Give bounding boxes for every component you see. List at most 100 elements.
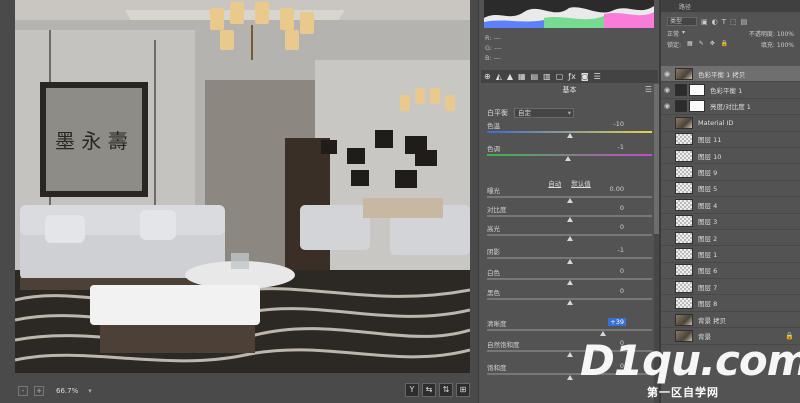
slider-value[interactable]: -1	[618, 143, 624, 151]
camera-calibration-tab-icon[interactable]: ◙	[581, 72, 589, 82]
layer-row[interactable]: 图层 7	[661, 279, 800, 296]
slider-thumb[interactable]	[566, 236, 573, 241]
zoom-level[interactable]: 66.7%	[56, 387, 78, 395]
layer-row[interactable]: 图层 3	[661, 214, 800, 230]
layer-row[interactable]: Material ID	[661, 115, 800, 132]
slider-thumb[interactable]	[566, 133, 573, 138]
grid-icon[interactable]: ⊞	[456, 383, 470, 397]
lock-position-icon[interactable]: ✥	[710, 40, 715, 49]
slider-thumb[interactable]	[564, 156, 571, 161]
layer-row[interactable]: 图层 5	[661, 181, 800, 198]
layer-thumbnail[interactable]	[675, 166, 693, 179]
slider-value[interactable]: 0	[620, 204, 624, 212]
effects-tab-icon[interactable]: ▢	[556, 72, 564, 82]
layer-row[interactable]: 图层 11	[661, 132, 800, 148]
layer-thumbnail[interactable]	[675, 149, 693, 162]
layer-name: 亮度/对比度 1	[710, 103, 751, 112]
lock-all-icon[interactable]: 🔒	[721, 40, 728, 49]
split-toning-tab-icon[interactable]: ▤	[531, 72, 539, 82]
slider-thumb[interactable]	[566, 198, 573, 203]
layer-name: 色彩平衡 1	[710, 87, 743, 96]
slider-thumb[interactable]	[566, 280, 573, 285]
slider-value[interactable]: 0	[620, 287, 624, 295]
presets-tab-icon[interactable]: ☰	[594, 72, 601, 82]
layer-row[interactable]: 图层 2	[661, 230, 800, 247]
layer-row[interactable]: 图层 6	[661, 263, 800, 280]
slider-track[interactable]	[487, 329, 652, 331]
lock-paint-icon[interactable]: ✎	[699, 40, 704, 49]
chevron-down-icon[interactable]: ▾	[88, 387, 92, 395]
slider-value[interactable]: 0	[620, 267, 624, 275]
swap-icon[interactable]: ⇆	[422, 383, 436, 397]
layer-row[interactable]: 图层 10	[661, 148, 800, 165]
layer-row[interactable]: 图层 9	[661, 164, 800, 181]
layer-row[interactable]: ◉ 色彩平衡 1	[661, 82, 800, 99]
panel-menu-icon[interactable]: ☰	[645, 85, 652, 94]
adjustment-filter-icon[interactable]: ◐	[712, 18, 718, 26]
fx-tab-icon[interactable]: ƒx	[568, 72, 576, 82]
layer-row[interactable]: ◉ 色彩平衡 1 拷贝	[661, 66, 800, 83]
fill-control[interactable]: 填充: 100%	[761, 40, 794, 49]
layer-thumbnail[interactable]	[675, 67, 693, 80]
slider-thumb[interactable]	[566, 375, 573, 380]
copy-settings-icon[interactable]: ⇅	[439, 383, 453, 397]
slider-thumb[interactable]	[566, 352, 573, 357]
detail-tab-icon[interactable]: ▲	[507, 72, 513, 82]
view-toggle-group: Y ⇆ ⇅ ⊞	[405, 383, 470, 397]
slider-row: 高光 0	[487, 223, 652, 245]
slider-thumb[interactable]	[566, 300, 573, 305]
layer-thumbnail[interactable]	[675, 116, 693, 129]
shape-filter-icon[interactable]: ⬚	[730, 18, 737, 26]
zoom-in-button[interactable]: +	[34, 386, 44, 396]
layer-thumbnail[interactable]	[675, 231, 693, 244]
eye-icon[interactable]: ◉	[661, 102, 673, 110]
layer-thumbnail[interactable]	[675, 215, 693, 228]
slider-thumb[interactable]	[566, 259, 573, 264]
eye-icon[interactable]: ◉	[661, 70, 673, 78]
smart-object-filter-icon[interactable]: ▤	[741, 18, 748, 26]
view-before-after-button[interactable]: Y	[405, 383, 419, 397]
fill-value[interactable]: 100%	[777, 42, 794, 49]
slider-value[interactable]: +39	[608, 318, 626, 326]
slider-value[interactable]: 0	[620, 223, 624, 231]
layer-thumbnail[interactable]	[675, 280, 693, 293]
layer-thumbnail[interactable]	[675, 198, 693, 211]
lens-tab-icon[interactable]: ▥	[543, 72, 551, 82]
white-balance-select[interactable]: 自定	[514, 108, 574, 118]
image-filter-icon[interactable]: ▣	[701, 18, 708, 26]
layer-row[interactable]: 图层 4	[661, 197, 800, 214]
layer-thumbnail[interactable]	[675, 264, 693, 277]
layer-row[interactable]: 图层 1	[661, 246, 800, 263]
lock-pixels-icon[interactable]: ▦	[687, 40, 693, 49]
slider-value[interactable]: -1	[618, 246, 624, 254]
auto-link[interactable]: 自动	[548, 180, 561, 188]
type-filter-icon[interactable]: T	[722, 18, 726, 26]
default-link[interactable]: 默认值	[571, 180, 591, 188]
layer-thumbnail[interactable]	[675, 247, 693, 260]
tone-curve-tab-icon[interactable]: ◭	[496, 72, 502, 82]
opacity-value[interactable]: 100%	[777, 31, 794, 38]
document-canvas[interactable]: 墨 永 壽	[15, 0, 470, 373]
tab-paths[interactable]: 路径	[679, 2, 691, 11]
layer-thumbnail[interactable]	[675, 133, 693, 146]
layer-mask-thumbnail[interactable]	[689, 84, 705, 97]
slider-value[interactable]: -10	[613, 120, 624, 128]
zoom-out-button[interactable]: -	[18, 386, 28, 396]
layer-row[interactable]: 背景 拷贝	[661, 312, 800, 329]
hsl-tab-icon[interactable]: ▦	[518, 72, 526, 82]
panel-section-title: 基本	[562, 86, 577, 94]
blend-mode-select[interactable]: 正常 ▾	[667, 29, 685, 38]
layer-row[interactable]: ◉ 亮度/对比度 1	[661, 99, 800, 116]
layer-kind-filter[interactable]: 类型	[667, 17, 697, 26]
layer-thumbnail[interactable]	[675, 313, 693, 326]
layer-thumbnail[interactable]	[675, 182, 693, 195]
basic-tab-icon[interactable]: ⊕	[484, 72, 491, 82]
layer-thumbnail[interactable]	[675, 297, 693, 310]
chevron-down-icon: ▾	[682, 29, 686, 36]
layer-row[interactable]: 图层 8	[661, 295, 800, 312]
opacity-control[interactable]: 不透明度: 100%	[749, 29, 794, 38]
layer-mask-thumbnail[interactable]	[689, 100, 705, 113]
eye-icon[interactable]: ◉	[661, 86, 673, 94]
canvas-panel: 墨 永 壽 - + 66.7% ▾ Y ⇆ ⇅ ⊞	[0, 0, 478, 403]
slider-thumb[interactable]	[566, 217, 573, 222]
